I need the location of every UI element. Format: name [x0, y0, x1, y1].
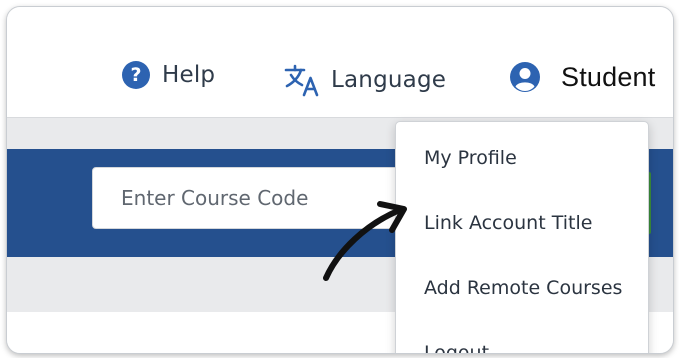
- user-dropdown-menu: My Profile Link Account Title Add Remote…: [395, 121, 649, 353]
- menu-item-add-remote-courses[interactable]: Add Remote Courses: [424, 277, 622, 299]
- menu-item-logout[interactable]: Logout: [424, 342, 489, 353]
- menu-item-link-account[interactable]: Link Account Title: [424, 212, 592, 234]
- curved-arrow-icon: [323, 201, 407, 281]
- menu-item-my-profile[interactable]: My Profile: [424, 147, 517, 169]
- user-menu-toggle[interactable]: Student: [509, 61, 655, 93]
- app-window: ? Help Language Student Enter Course Cod…: [6, 6, 674, 354]
- help-link[interactable]: ? Help: [122, 61, 215, 89]
- user-circle-icon: [510, 62, 540, 92]
- question-circle-icon: ?: [122, 61, 150, 89]
- language-label: Language: [331, 67, 447, 93]
- translate-icon: [284, 64, 319, 97]
- user-name: Student: [561, 61, 656, 92]
- help-label: Help: [162, 62, 216, 88]
- language-selector[interactable]: Language: [283, 61, 446, 99]
- top-navigation-bar: ? Help Language Student: [7, 7, 673, 118]
